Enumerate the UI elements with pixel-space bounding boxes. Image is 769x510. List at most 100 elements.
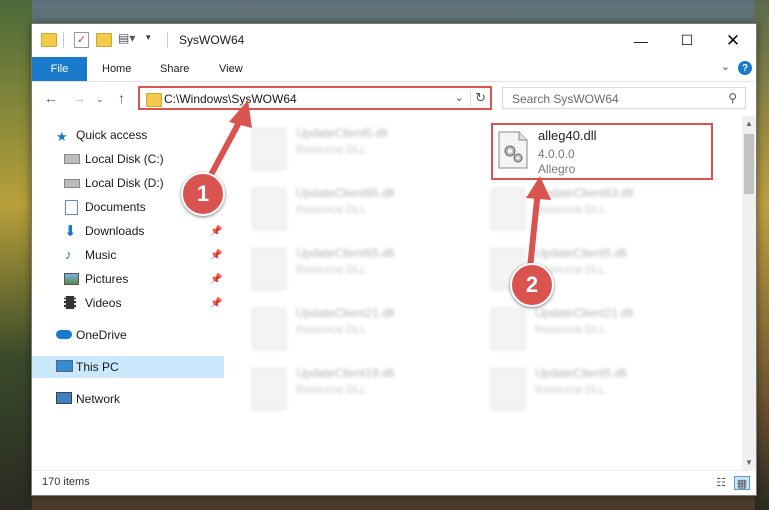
videos-icon: [64, 296, 76, 309]
toolbar-dropdown-icon[interactable]: ▾: [146, 32, 151, 43]
ribbon-tabs: File Home Share View ⌄ ?: [32, 57, 756, 82]
dll-file-icon: [252, 368, 286, 410]
explorer-window: ✓ ▤▾ ▾ SysWOW64 — ☐ ✕ File Home Share Vi…: [31, 23, 757, 496]
sidebar-item-music[interactable]: ♪ Music 📌: [32, 244, 224, 266]
details-view-icon[interactable]: ☷: [714, 476, 728, 489]
file-tile[interactable]: UpdateClient63.dll Resource DLL: [491, 182, 711, 234]
download-icon: ⬇: [64, 223, 77, 240]
dll-file-icon: [491, 368, 525, 410]
file-list: UpdateClient5.dll Resource DLL UpdateCli…: [228, 116, 744, 470]
sidebar-item-label: Local Disk (C:): [85, 152, 164, 166]
drive-icon: [64, 179, 80, 188]
file-type: Resource DLL: [535, 204, 606, 216]
drive-icon: [64, 154, 80, 164]
scroll-down-icon[interactable]: ▼: [745, 458, 753, 467]
dll-file-icon: [252, 248, 286, 290]
sidebar-item-label: Downloads: [85, 224, 145, 238]
sidebar-item-onedrive[interactable]: OneDrive: [32, 324, 224, 346]
divider: [63, 32, 64, 48]
close-button[interactable]: ✕: [710, 24, 756, 57]
file-tile[interactable]: UpdateClient21.dll Resource DLL: [252, 302, 472, 354]
file-tile[interactable]: UpdateClient5.dll Resource DLL: [491, 362, 711, 414]
desktop-background-right: [755, 0, 769, 510]
documents-icon: [65, 200, 78, 215]
dll-file-icon: [252, 188, 286, 230]
file-tile[interactable]: UpdateClient5.dll Resource DLL: [252, 122, 472, 174]
navigation-pane: ★ Quick access Local Disk (C:) Local Dis…: [32, 116, 226, 470]
file-type: Resource DLL: [296, 384, 367, 396]
sidebar-item-videos[interactable]: Videos 📌: [32, 292, 224, 314]
large-icons-view-icon[interactable]: ▦: [734, 476, 750, 490]
file-name: UpdateClient65.dll: [296, 186, 395, 200]
sidebar-item-label: Documents: [85, 200, 146, 214]
properties-icon[interactable]: ✓: [74, 32, 89, 48]
star-icon: ★: [56, 128, 68, 144]
search-box[interactable]: Search SysWOW64 ⚲: [502, 87, 746, 109]
file-name: UpdateClient63.dll: [535, 186, 634, 200]
file-name: UpdateClient5.dll: [296, 126, 388, 140]
file-name: UpdateClient5.dll: [535, 366, 627, 380]
tab-share[interactable]: Share: [160, 57, 189, 81]
sidebar-item-downloads[interactable]: ⬇ Downloads 📌: [32, 220, 224, 242]
file-type: Resource DLL: [296, 204, 367, 216]
sidebar-item-label: Local Disk (D:): [85, 176, 164, 190]
dll-file-icon: [491, 308, 525, 350]
step-badge-2: 2: [510, 263, 554, 307]
refresh-icon[interactable]: ↻: [470, 90, 486, 106]
file-type: Resource DLL: [296, 324, 367, 336]
title-bar: ✓ ▤▾ ▾ SysWOW64 — ☐ ✕: [32, 24, 756, 57]
file-tile[interactable]: UpdateClient65.dll Resource DLL: [252, 182, 472, 234]
forward-arrow-icon[interactable]: →: [72, 90, 86, 106]
sidebar-item-label: OneDrive: [76, 328, 127, 342]
divider: [167, 32, 168, 48]
up-arrow-icon[interactable]: ↑: [118, 90, 125, 106]
back-arrow-icon[interactable]: ←: [44, 90, 58, 106]
vertical-scrollbar[interactable]: ▲ ▼: [742, 116, 756, 470]
dll-file-icon: [252, 308, 286, 350]
help-button[interactable]: ?: [738, 61, 752, 75]
file-type: Resource DLL: [535, 324, 606, 336]
file-type: Resource DLL: [535, 384, 606, 396]
sidebar-item-local-disk-c[interactable]: Local Disk (C:): [32, 148, 224, 170]
customize-toolbar-icon[interactable]: ▤▾: [118, 31, 135, 45]
window-title: SysWOW64: [179, 33, 245, 47]
maximize-button[interactable]: ☐: [664, 24, 710, 57]
scroll-up-icon[interactable]: ▲: [745, 119, 753, 128]
item-count: 170 items: [42, 476, 90, 488]
pin-icon[interactable]: 📌: [210, 274, 222, 285]
file-name: UpdateClient65.dll: [296, 246, 395, 260]
minimize-button[interactable]: —: [618, 24, 664, 57]
search-icon[interactable]: ⚲: [728, 91, 737, 105]
sidebar-item-network[interactable]: Network: [32, 388, 224, 410]
dll-file-icon: [498, 131, 528, 169]
file-tile[interactable]: UpdateClient19.dll Resource DLL: [252, 362, 472, 414]
highlighted-file-alleg40[interactable]: alleg40.dll 4.0.0.0 Allegro: [491, 123, 713, 180]
sidebar-item-quick-access[interactable]: ★ Quick access: [32, 124, 224, 146]
pin-icon[interactable]: 📌: [210, 226, 222, 237]
sidebar-item-pictures[interactable]: Pictures 📌: [32, 268, 224, 290]
file-type: Resource DLL: [296, 264, 367, 276]
tab-file[interactable]: File: [32, 57, 87, 81]
folder-icon: [146, 93, 162, 107]
pin-icon[interactable]: 📌: [210, 250, 222, 261]
address-bar[interactable]: C:\Windows\SysWOW64 ⌄ ↻: [138, 86, 492, 110]
new-folder-icon[interactable]: [96, 33, 112, 47]
file-type: Resource DLL: [296, 144, 367, 156]
file-tile[interactable]: UpdateClient21.dll Resource DLL: [491, 302, 711, 354]
tab-home[interactable]: Home: [102, 57, 131, 81]
expand-ribbon-icon[interactable]: ⌄: [721, 60, 730, 73]
scroll-thumb[interactable]: [744, 134, 754, 194]
tab-view[interactable]: View: [219, 57, 243, 81]
status-bar: 170 items ☷ ▦: [32, 470, 756, 496]
file-name: UpdateClient19.dll: [296, 366, 395, 380]
dll-file-icon: [491, 188, 525, 230]
pin-icon[interactable]: 📌: [210, 298, 222, 309]
file-tile[interactable]: UpdateClient65.dll Resource DLL: [252, 242, 472, 294]
address-dropdown-icon[interactable]: ⌄: [455, 91, 464, 104]
recent-locations-icon[interactable]: ⌄: [96, 94, 104, 105]
computer-icon: [56, 360, 73, 372]
address-path[interactable]: C:\Windows\SysWOW64: [164, 92, 297, 106]
file-name: UpdateClient21.dll: [296, 306, 395, 320]
file-name: UpdateClient21.dll: [535, 306, 634, 320]
sidebar-item-this-pc[interactable]: This PC: [32, 356, 224, 378]
